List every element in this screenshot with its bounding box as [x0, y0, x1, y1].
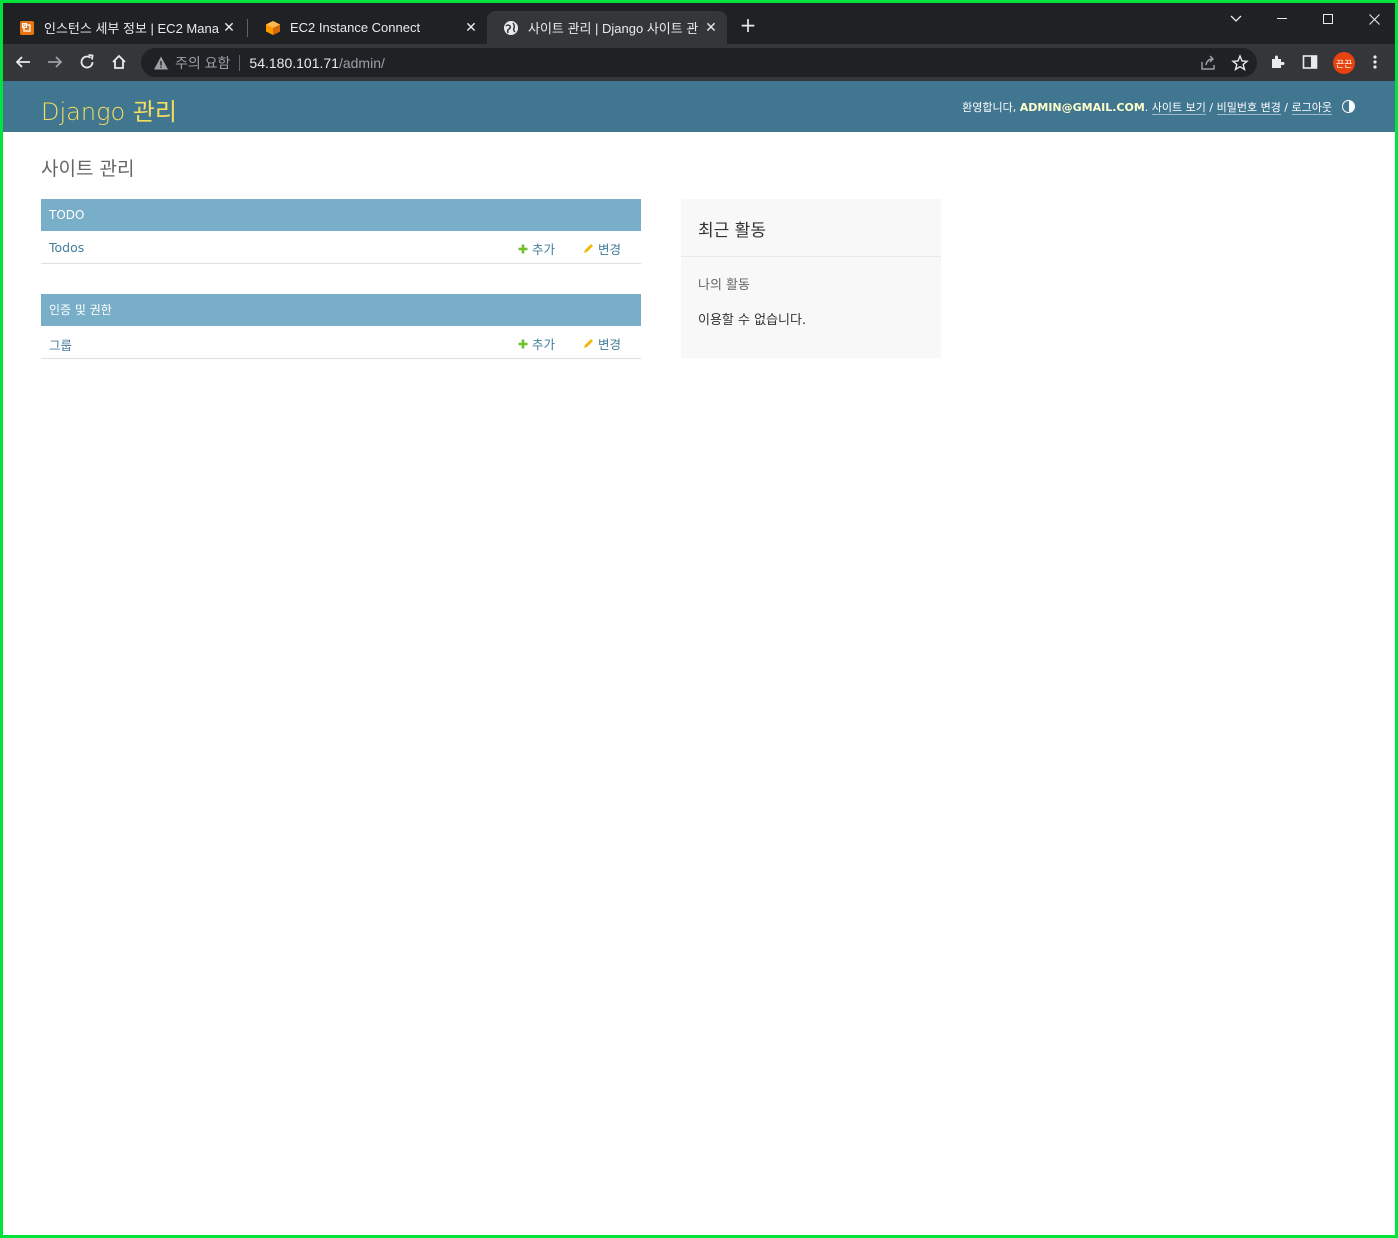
- address-bar[interactable]: 주의 요함 54.180.101.71/admin/: [141, 48, 1257, 77]
- model-row: 그룹 추가 변경: [41, 326, 641, 359]
- kebab-menu-icon: [1373, 55, 1377, 69]
- close-window-button[interactable]: [1351, 3, 1395, 35]
- tab-title: 사이트 관리 | Django 사이트 관: [528, 21, 699, 36]
- reload-button[interactable]: [75, 50, 99, 74]
- module-caption[interactable]: 인증 및 권한: [41, 294, 641, 326]
- add-link[interactable]: 추가: [518, 239, 555, 258]
- tab-ec2-details[interactable]: 인스턴스 세부 정보 | EC2 Manag ✕: [3, 11, 245, 44]
- tab-title: 인스턴스 세부 정보 | EC2 Manag: [44, 21, 219, 36]
- recent-actions-panel: 최근 활동 나의 활동 이용할 수 없습니다.: [681, 199, 941, 358]
- theme-toggle-icon[interactable]: [1342, 100, 1355, 113]
- add-link[interactable]: 추가: [518, 334, 555, 353]
- aws-ec2-icon: [20, 20, 34, 35]
- close-icon[interactable]: ✕: [701, 19, 721, 36]
- user-tools: 환영합니다, ADMIN@GMAIL.COM. 사이트 보기 / 비밀번호 변경…: [962, 99, 1332, 115]
- arrow-left-icon: [15, 56, 30, 68]
- app-module-todo: TODO Todos 추가 변경: [41, 199, 641, 264]
- change-link[interactable]: 변경: [583, 239, 621, 258]
- no-actions-text: 이용할 수 없습니다.: [698, 313, 807, 328]
- app-module-auth: 인증 및 권한 그룹 추가 변경: [41, 294, 641, 359]
- welcome-text: 환영합니다,: [962, 101, 1020, 114]
- tab-title: EC2 Instance Connect: [290, 20, 421, 35]
- separator: /: [1205, 101, 1217, 114]
- maximize-button[interactable]: [1305, 3, 1351, 35]
- change-label: 변경: [598, 337, 622, 352]
- back-button[interactable]: [11, 50, 35, 74]
- puzzle-icon: [1272, 55, 1285, 68]
- pencil-icon: [584, 244, 593, 253]
- maximize-icon: [1323, 14, 1333, 24]
- side-panel-icon: [1302, 55, 1318, 69]
- tab-search-button[interactable]: [1213, 3, 1259, 35]
- minimize-icon: [1277, 18, 1287, 19]
- globe-icon: [504, 20, 518, 35]
- browser-toolbar: 주의 요함 54.180.101.71/admin/ 끈끈: [3, 44, 1395, 81]
- minimize-button[interactable]: [1259, 3, 1305, 35]
- warning-icon[interactable]: [153, 55, 169, 71]
- tab-django-admin[interactable]: 사이트 관리 | Django 사이트 관 ✕: [487, 11, 727, 44]
- module-caption[interactable]: TODO: [41, 199, 641, 231]
- home-icon: [112, 54, 126, 69]
- tab-ec2-instance-connect[interactable]: EC2 Instance Connect ✕: [249, 11, 487, 44]
- omnibox-divider: [239, 54, 241, 71]
- arrow-right-icon: [48, 56, 63, 68]
- tab-divider: [247, 19, 248, 37]
- change-link[interactable]: 변경: [583, 334, 621, 353]
- model-row: Todos 추가 변경: [41, 231, 641, 264]
- my-actions-heading: 나의 활동: [698, 278, 750, 293]
- logout-link[interactable]: 로그아웃: [1291, 101, 1332, 115]
- page-title: 사이트 관리: [41, 158, 135, 180]
- model-link-todos[interactable]: Todos: [49, 240, 84, 255]
- close-icon[interactable]: ✕: [219, 19, 239, 36]
- recent-actions-title: 최근 활동: [698, 221, 766, 241]
- url-host: 54.180.101.71: [249, 54, 339, 71]
- browser-window: 인스턴스 세부 정보 | EC2 Manag ✕ EC2 Instance Co…: [3, 3, 1395, 1235]
- add-label: 추가: [532, 337, 556, 352]
- divider: [681, 256, 941, 257]
- add-label: 추가: [532, 242, 556, 257]
- profile-avatar[interactable]: 끈끈: [1333, 52, 1355, 74]
- plus-icon: [518, 244, 528, 253]
- change-label: 변경: [598, 242, 622, 257]
- forward-button[interactable]: [43, 50, 67, 74]
- change-password-link[interactable]: 비밀번호 변경: [1216, 101, 1281, 115]
- tab-strip: 인스턴스 세부 정보 | EC2 Manag ✕ EC2 Instance Co…: [3, 3, 1395, 44]
- extensions-button[interactable]: [1266, 50, 1290, 74]
- welcome-period: .: [1144, 101, 1152, 114]
- model-link-groups[interactable]: 그룹: [49, 335, 72, 354]
- new-tab-button[interactable]: +: [738, 15, 758, 35]
- menu-button[interactable]: [1363, 50, 1387, 74]
- close-icon: [1368, 13, 1380, 25]
- admin-header: Django 관리 환영합니다, ADMIN@GMAIL.COM. 사이트 보기…: [3, 81, 1395, 132]
- bookmark-star-icon[interactable]: [1231, 54, 1249, 72]
- username: ADMIN@GMAIL.COM: [1019, 101, 1145, 114]
- close-icon[interactable]: ✕: [461, 19, 481, 36]
- separator: /: [1280, 101, 1292, 114]
- chevron-down-icon: [1230, 15, 1242, 22]
- url-path: /admin/: [338, 54, 385, 71]
- side-panel-button[interactable]: [1298, 50, 1322, 74]
- aws-cube-icon: [266, 20, 280, 35]
- home-button[interactable]: [107, 50, 131, 74]
- view-site-link[interactable]: 사이트 보기: [1151, 101, 1206, 115]
- reload-icon: [80, 54, 94, 69]
- security-warning-text[interactable]: 주의 요함: [175, 53, 230, 73]
- share-icon[interactable]: [1199, 54, 1217, 72]
- pencil-icon: [584, 339, 593, 348]
- site-branding[interactable]: Django 관리: [41, 92, 177, 127]
- plus-icon: [518, 339, 528, 348]
